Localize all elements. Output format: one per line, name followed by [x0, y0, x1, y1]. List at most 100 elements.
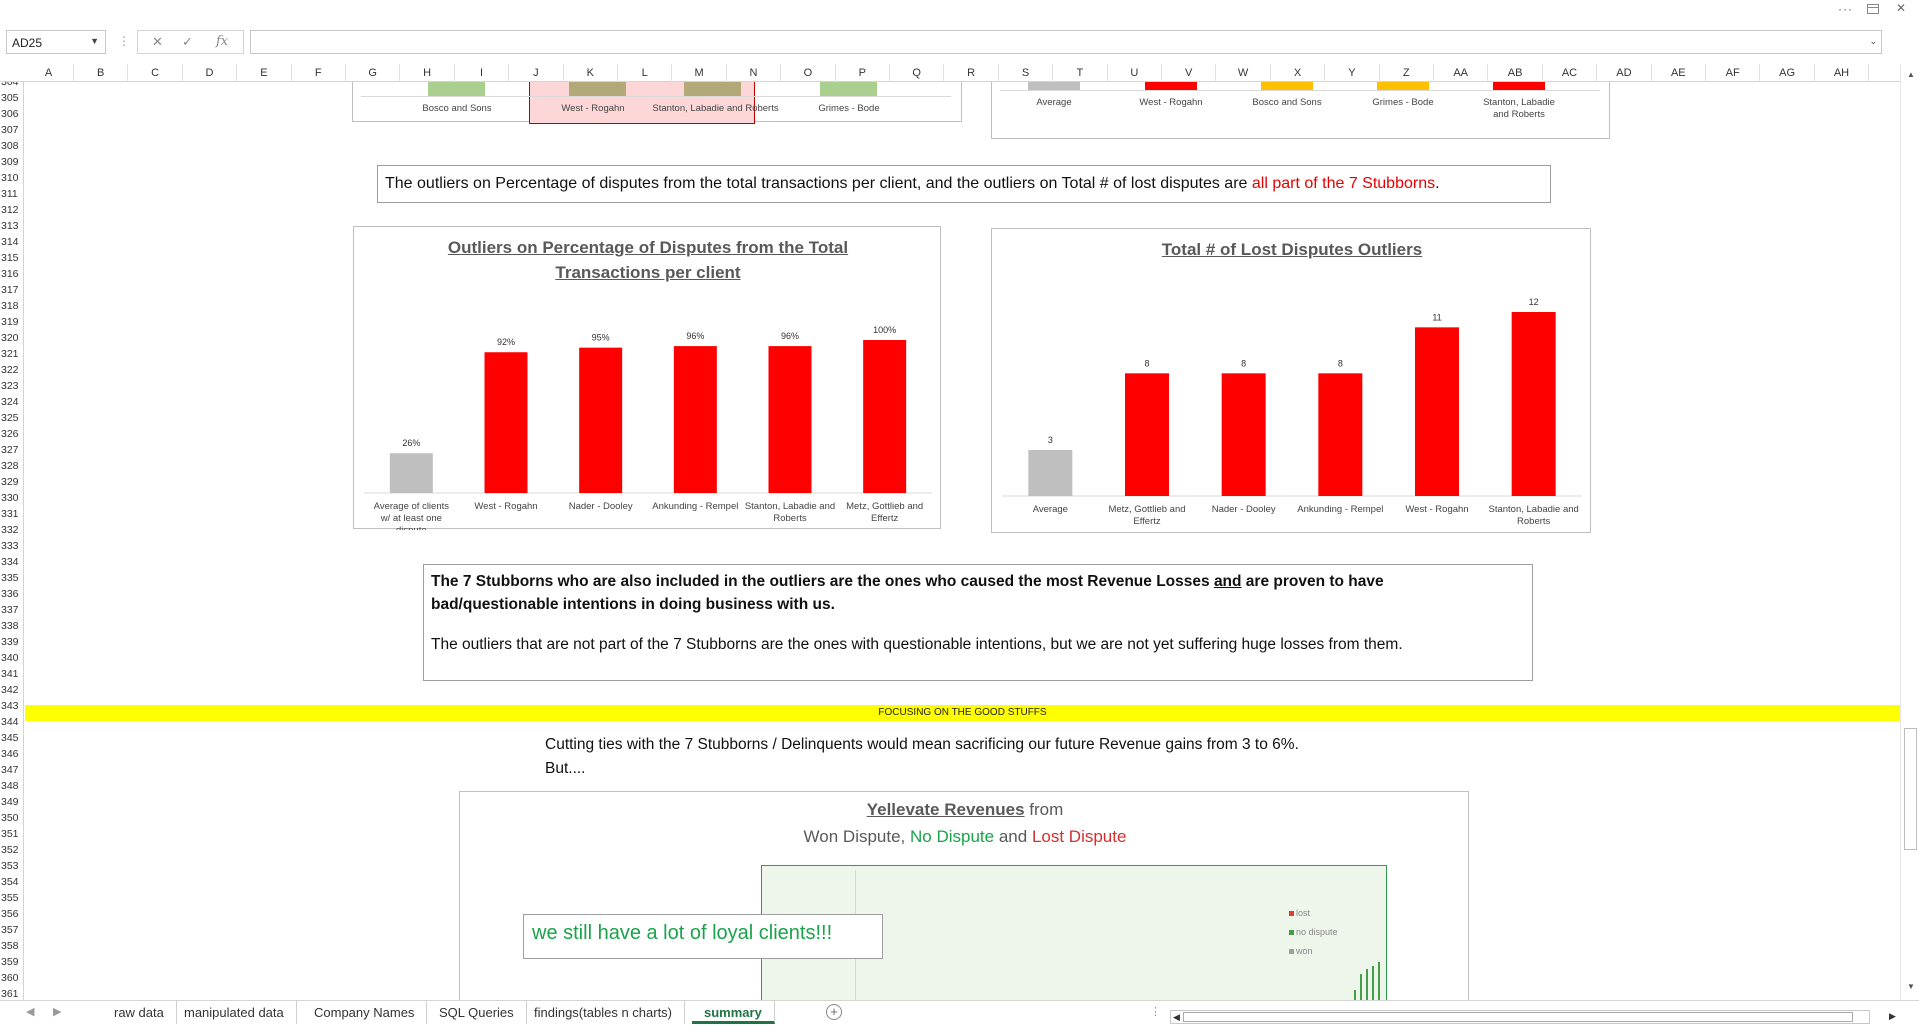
column-header[interactable]: B	[74, 64, 129, 82]
row-header[interactable]: 312	[0, 202, 23, 218]
column-header[interactable]: O	[781, 64, 836, 82]
note-stubborns[interactable]: The 7 Stubborns who are also included in…	[423, 564, 1533, 681]
chart-bar[interactable]	[1221, 373, 1266, 496]
column-header[interactable]: AA	[1434, 64, 1489, 82]
row-header[interactable]: 350	[0, 810, 23, 826]
column-header[interactable]: P	[836, 64, 890, 82]
tab-raw-data[interactable]: raw data	[102, 1001, 177, 1024]
row-header[interactable]: 344	[0, 714, 23, 730]
column-header[interactable]: Z	[1380, 64, 1434, 82]
column-header[interactable]: A	[24, 64, 74, 82]
column-header[interactable]: D	[183, 64, 238, 82]
row-header[interactable]: 322	[0, 362, 23, 378]
column-header[interactable]: AG	[1760, 64, 1815, 82]
chart-bar[interactable]	[1318, 373, 1363, 496]
scroll-thumb[interactable]	[1904, 728, 1917, 850]
row-header[interactable]: 315	[0, 250, 23, 266]
scroll-right-icon[interactable]: ▶	[1889, 1011, 1896, 1022]
row-header[interactable]: 356	[0, 906, 23, 922]
row-header[interactable]: 319	[0, 314, 23, 330]
row-header[interactable]: 360	[0, 970, 23, 986]
row-header[interactable]: 339	[0, 634, 23, 650]
chart-bar[interactable]	[863, 340, 907, 493]
column-header[interactable]: L	[618, 64, 673, 82]
row-header[interactable]: 304	[0, 82, 23, 90]
chart-bar[interactable]	[484, 352, 528, 493]
row-header[interactable]: 326	[0, 426, 23, 442]
row-header[interactable]: 351	[0, 826, 23, 842]
row-header[interactable]: 340	[0, 650, 23, 666]
row-header[interactable]: 335	[0, 570, 23, 586]
row-header[interactable]: 352	[0, 842, 23, 858]
worksheet-grid[interactable]: Bosco and Sons West - Rogahn Stanton, La…	[25, 82, 1900, 1000]
chart-bar[interactable]	[579, 347, 623, 493]
column-header[interactable]: AD	[1597, 64, 1652, 82]
row-header[interactable]: 308	[0, 138, 23, 154]
column-header[interactable]: I	[455, 64, 510, 82]
tab-findings-tables-n-charts[interactable]: findings(tables n charts)	[522, 1001, 686, 1024]
tab-sql-queries[interactable]: SQL Queries	[427, 1001, 527, 1024]
row-header[interactable]: 306	[0, 106, 23, 122]
column-header[interactable]: Y	[1325, 64, 1380, 82]
chart-bar[interactable]	[1415, 327, 1459, 496]
chart-bar[interactable]	[768, 346, 812, 493]
restore-window-icon[interactable]	[1867, 4, 1879, 14]
row-header[interactable]: 348	[0, 778, 23, 794]
expand-formula-icon[interactable]: ⌄	[1869, 36, 1877, 47]
more-options-icon[interactable]: ···	[1838, 2, 1853, 16]
scroll-left-icon[interactable]: ◀	[1173, 1012, 1180, 1023]
add-sheet-icon[interactable]: +	[826, 1004, 842, 1020]
row-header[interactable]: 310	[0, 170, 23, 186]
row-header[interactable]: 321	[0, 346, 23, 362]
row-header[interactable]: 313	[0, 218, 23, 234]
name-box[interactable]: AD25 ▼	[6, 30, 106, 54]
row-header[interactable]: 316	[0, 266, 23, 282]
insert-function-icon[interactable]: fx	[216, 34, 228, 49]
column-header[interactable]: R	[944, 64, 999, 82]
outliers-percentage-chart[interactable]: Outliers on Percentage of Disputes from …	[353, 226, 941, 530]
row-header[interactable]: 358	[0, 938, 23, 954]
row-header[interactable]: 327	[0, 442, 23, 458]
column-header[interactable]: Q	[890, 64, 945, 82]
row-header[interactable]: 337	[0, 602, 23, 618]
row-header[interactable]: 309	[0, 154, 23, 170]
column-header[interactable]: H	[400, 64, 455, 82]
row-header[interactable]: 342	[0, 682, 23, 698]
tab-prev-icon[interactable]: ◀	[26, 1005, 34, 1018]
chart-bar[interactable]	[389, 453, 433, 493]
row-header[interactable]: 314	[0, 234, 23, 250]
row-header[interactable]: 333	[0, 538, 23, 554]
revenue-chart[interactable]: Yellevate Revenues from Won Dispute, No …	[459, 791, 1469, 1000]
column-header[interactable]: E	[237, 64, 292, 82]
row-header[interactable]: 361	[0, 986, 23, 1000]
row-header[interactable]: 331	[0, 506, 23, 522]
row-header[interactable]: 324	[0, 394, 23, 410]
row-header[interactable]: 311	[0, 186, 23, 202]
row-header[interactable]: 329	[0, 474, 23, 490]
column-header[interactable]: W	[1216, 64, 1271, 82]
column-header[interactable]: AC	[1543, 64, 1598, 82]
row-header[interactable]: 353	[0, 858, 23, 874]
tab-manipulated-data[interactable]: manipulated data	[172, 1001, 297, 1024]
row-header[interactable]: 318	[0, 298, 23, 314]
chart-bar[interactable]	[1028, 450, 1073, 496]
lost-disputes-chart[interactable]: Total # of Lost Disputes Outliers 3 Avera…	[991, 228, 1591, 533]
chart-bar[interactable]	[1125, 373, 1169, 496]
column-header[interactable]: AH	[1815, 64, 1870, 82]
column-header[interactable]: S	[999, 64, 1054, 82]
column-header[interactable]: AB	[1488, 64, 1543, 82]
loyal-clients-callout[interactable]: we still have a lot of loyal clients!!!	[523, 914, 883, 959]
note-outliers[interactable]: The outliers on Percentage of disputes f…	[377, 165, 1551, 203]
row-header[interactable]: 347	[0, 762, 23, 778]
row-header[interactable]: 323	[0, 378, 23, 394]
row-header[interactable]: 330	[0, 490, 23, 506]
column-header[interactable]: N	[727, 64, 782, 82]
horizontal-scrollbar[interactable]: ◀	[1170, 1010, 1870, 1024]
row-header[interactable]: 317	[0, 282, 23, 298]
h-scroll-thumb[interactable]	[1183, 1012, 1853, 1022]
column-header[interactable]: T	[1053, 64, 1108, 82]
row-header[interactable]: 336	[0, 586, 23, 602]
row-header[interactable]: 328	[0, 458, 23, 474]
tab-next-icon[interactable]: ▶	[53, 1005, 61, 1018]
top-left-chart[interactable]: Bosco and Sons West - Rogahn Stanton, La…	[352, 82, 962, 124]
